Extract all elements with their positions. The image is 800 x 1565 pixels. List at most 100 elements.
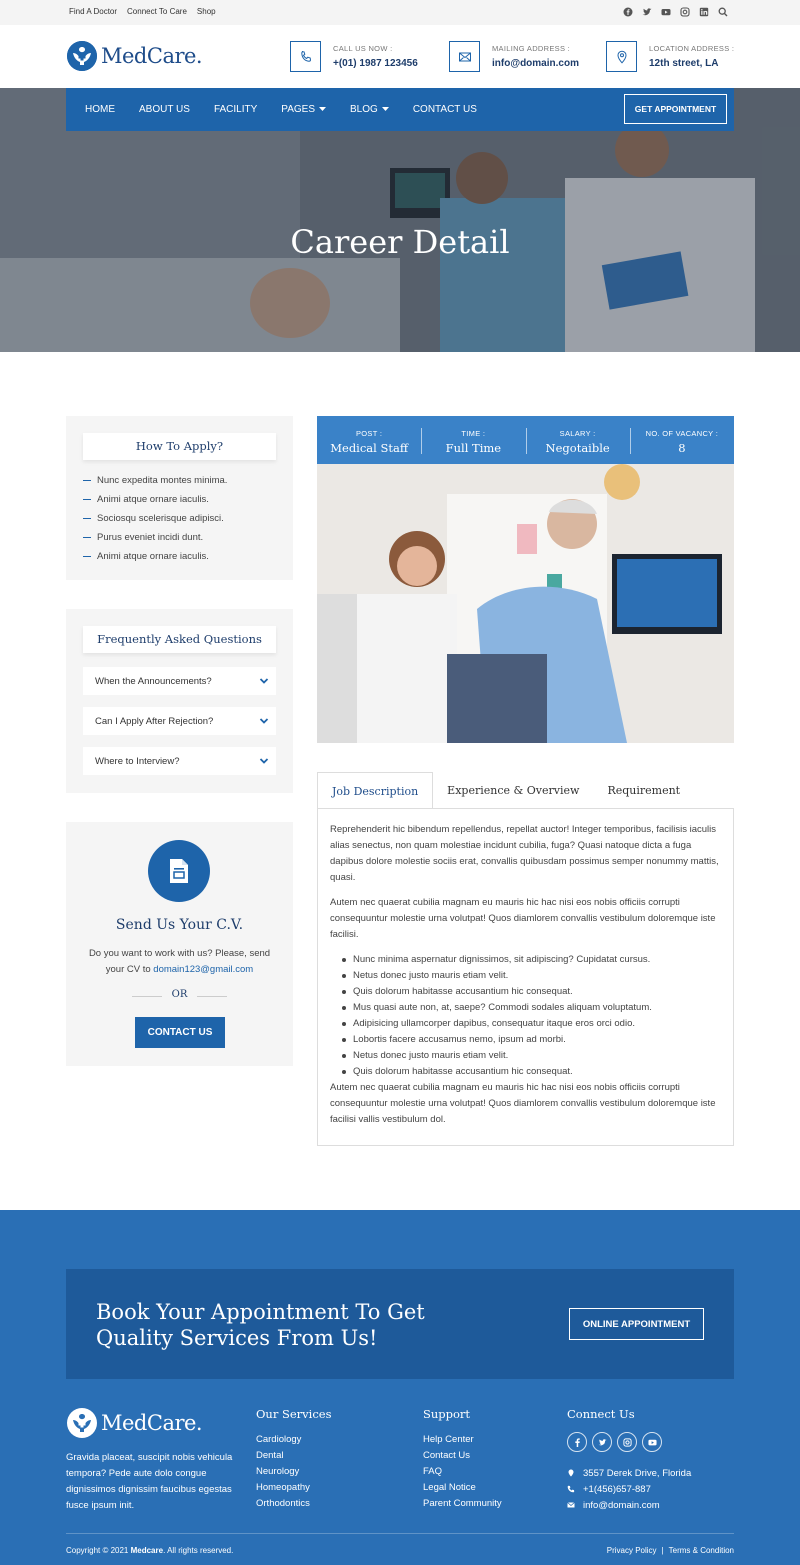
facebook-icon[interactable] [567, 1432, 587, 1452]
nav-home[interactable]: HOME [85, 104, 115, 115]
list-item: Sociosqu scelerisque adipisci. [83, 509, 227, 528]
footer-services-list: Cardiology Dental Neurology Homeopathy O… [256, 1434, 310, 1514]
top-social-icons [622, 6, 728, 17]
job-salary: SALARY : Negotaible [525, 416, 630, 464]
faq-title: Frequently Asked Questions [83, 626, 276, 653]
nav-about-label: ABOUT US [139, 104, 190, 115]
cta-heading: Book Your Appointment To Get Quality Ser… [96, 1300, 425, 1350]
top-links: Find A Doctor Connect To Care Shop [69, 7, 216, 16]
facebook-icon[interactable] [622, 6, 633, 17]
header-mail: MAILING ADDRESS : info@domain.com [449, 41, 579, 72]
footer-link-contact-us[interactable]: Contact Us [423, 1450, 502, 1466]
job-description-paragraph: Autem nec quaerat cubilia magnam eu maur… [330, 1082, 716, 1125]
instagram-icon[interactable] [617, 1432, 637, 1452]
cv-email-link[interactable]: domain123@gmail.com [153, 964, 253, 975]
footer-link-dental[interactable]: Dental [256, 1450, 310, 1466]
twitter-icon[interactable] [592, 1432, 612, 1452]
job-post: POST : Medical Staff [317, 416, 421, 464]
footer-link-homeopathy[interactable]: Homeopathy [256, 1482, 310, 1498]
privacy-policy-link[interactable]: Privacy Policy [607, 1546, 657, 1555]
site-logo[interactable]: MedCare. [67, 41, 203, 71]
job-vacancy-label: NO. OF VACANCY : [645, 429, 719, 438]
footer-about: Gravida placeat, suscipit nobis vehicula… [66, 1452, 233, 1511]
nav-contact[interactable]: CONTACT US [413, 104, 477, 115]
job-salary-label: SALARY : [559, 429, 596, 438]
list-item: Lobortis facere accusamus nemo, ipsum ad… [342, 1032, 721, 1048]
dash-icon [83, 479, 91, 482]
search-icon[interactable] [717, 6, 728, 17]
top-link-shop[interactable]: Shop [197, 7, 216, 16]
linkedin-icon[interactable] [698, 6, 709, 17]
document-icon [148, 840, 210, 902]
footer-link-parent-community[interactable]: Parent Community [423, 1498, 502, 1514]
top-link-find-doctor[interactable]: Find A Doctor [69, 7, 117, 16]
footer-logo-text: MedCare. [101, 1411, 203, 1435]
footer-link-legal-notice[interactable]: Legal Notice [423, 1482, 502, 1498]
job-tabs: Job Description Experience & Overview Re… [317, 772, 734, 809]
dash-icon [83, 517, 91, 520]
tab-requirement[interactable]: Requirement [593, 772, 694, 809]
job-time-value: Full Time [445, 441, 502, 455]
online-appointment-button[interactable]: ONLINE APPOINTMENT [569, 1308, 704, 1340]
footer-support-title: Support [423, 1407, 471, 1421]
footer-support-list: Help Center Contact Us FAQ Legal Notice … [423, 1434, 502, 1514]
logo-mark-icon [67, 1408, 97, 1438]
contact-us-button[interactable]: CONTACT US [135, 1017, 225, 1048]
nav-facility[interactable]: FACILITY [214, 104, 257, 115]
footer-link-cardiology[interactable]: Cardiology [256, 1434, 310, 1450]
nav-home-label: HOME [85, 104, 115, 115]
list-item: Quis dolorum habitasse accusantium hic c… [342, 984, 721, 1000]
mail-icon [449, 41, 480, 72]
list-item: Netus donec justo mauris etiam velit. [342, 1048, 721, 1064]
logo-text: MedCare. [101, 44, 203, 68]
logo-mark-icon [67, 41, 97, 71]
footer-contact-title: Connect Us [567, 1407, 635, 1421]
divider [66, 1533, 734, 1534]
list-item: Animi atque ornare iaculis. [83, 490, 227, 509]
terms-link[interactable]: Terms & Condition [669, 1546, 734, 1555]
faq-item-rejection[interactable]: Can I Apply After Rejection? [83, 707, 276, 735]
footer-link-neurology[interactable]: Neurology [256, 1466, 310, 1482]
location-pin-icon [568, 1469, 574, 1477]
caret-down-icon [381, 107, 389, 111]
list-item: Netus donec justo mauris etiam velit. [342, 968, 721, 984]
call-label: CALL US NOW : [333, 44, 393, 53]
footer-logo[interactable]: MedCare. [67, 1408, 203, 1438]
get-appointment-button[interactable]: GET APPOINTMENT [624, 94, 727, 124]
footer-link-help-center[interactable]: Help Center [423, 1434, 502, 1450]
faq-question: When the Announcements? [95, 675, 212, 687]
twitter-icon[interactable] [641, 6, 652, 17]
footer-link-orthodontics[interactable]: Orthodontics [256, 1498, 310, 1514]
job-vacancy: NO. OF VACANCY : 8 [629, 416, 734, 464]
instagram-icon[interactable] [679, 6, 690, 17]
nav-blog-label: BLOG [350, 104, 378, 115]
footer-link-faq[interactable]: FAQ [423, 1466, 502, 1482]
youtube-icon[interactable] [660, 6, 671, 17]
nav-blog[interactable]: BLOG [350, 104, 389, 115]
footer-phone: +1(456)657-887 [567, 1481, 691, 1497]
faq-item-announcements[interactable]: When the Announcements? [83, 667, 276, 695]
main-nav: HOME ABOUT US FACILITY PAGES BLOG CONTAC… [66, 88, 734, 131]
top-link-connect-care[interactable]: Connect To Care [127, 7, 187, 16]
cv-text-line-2: your CV to domain123@gmail.com [66, 962, 293, 978]
youtube-icon[interactable] [642, 1432, 662, 1452]
nav-about[interactable]: ABOUT US [139, 104, 190, 115]
footer-address: 3557 Derek Drive, Florida [567, 1465, 691, 1481]
faq-item-interview[interactable]: Where to Interview? [83, 747, 276, 775]
phone-icon [567, 1485, 575, 1493]
tab-job-description[interactable]: Job Description [317, 772, 434, 809]
footer-phone-text[interactable]: +1(456)657-887 [583, 1484, 651, 1495]
cv-description: Do you want to work with us? Please, sen… [66, 946, 293, 978]
chevron-down-icon [259, 678, 269, 684]
footer-email-text[interactable]: info@domain.com [583, 1500, 660, 1511]
call-value[interactable]: +(01) 1987 123456 [333, 58, 418, 69]
nav-pages[interactable]: PAGES [281, 104, 327, 115]
tab-experience-overview[interactable]: Experience & Overview [433, 772, 593, 809]
location-label: LOCATION ADDRESS : [649, 44, 735, 53]
footer-contact-info: 3557 Derek Drive, Florida +1(456)657-887… [567, 1465, 691, 1513]
nav-contact-label: CONTACT US [412, 104, 477, 115]
faq-question: Where to Interview? [95, 755, 180, 767]
dash-icon [83, 555, 91, 558]
copyright-prefix: Copyright © 2021 [66, 1546, 129, 1555]
mail-value[interactable]: info@domain.com [492, 58, 579, 69]
